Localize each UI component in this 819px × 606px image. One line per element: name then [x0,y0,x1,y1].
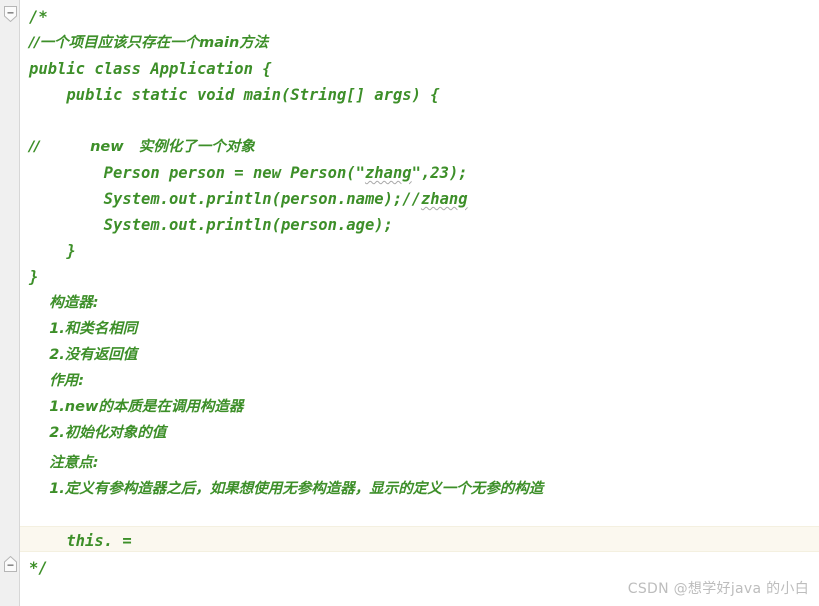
code-surface[interactable]: /*//一个项目应该只存在一个main方法 public class Applic… [20,0,819,606]
code-line[interactable]: 注意点: [20,450,819,476]
code-line[interactable]: Person person = new Person("zhang",23); [20,160,819,186]
code-line[interactable]: public class Application { [20,56,819,82]
code-line[interactable]: } [20,238,819,264]
code-line[interactable] [20,502,819,528]
fold-collapse-start-icon[interactable] [4,6,17,22]
code-line[interactable]: public static void main(String[] args) { [20,82,819,108]
code-line[interactable]: } [20,264,819,290]
code-editor[interactable]: /*//一个项目应该只存在一个main方法 public class Applic… [0,0,819,606]
code-line[interactable]: 作用: [20,368,819,394]
code-line[interactable]: 1.和类名相同 [20,316,819,342]
code-line[interactable]: 2.没有返回值 [20,342,819,368]
fold-collapse-end-icon[interactable] [4,556,17,572]
spellcheck-squiggle: zhang [364,164,412,182]
code-line[interactable]: 构造器: [20,290,819,316]
code-line[interactable]: //一个项目应该只存在一个main方法 [20,30,819,56]
code-line[interactable]: // new 实例化了一个对象 [20,134,819,160]
code-line[interactable]: 1.new的本质是在调用构造器 [20,394,819,420]
csdn-watermark: CSDN @想学好java 的小白 [627,581,809,597]
code-line[interactable]: System.out.println(person.age); [20,212,819,238]
code-line[interactable]: this. = [20,528,819,554]
code-line[interactable] [20,108,819,134]
code-line[interactable]: /* [20,4,819,30]
editor-gutter[interactable] [0,0,20,606]
code-line[interactable]: 2.初始化对象的值 [20,420,819,446]
code-line[interactable]: 1.定义有参构造器之后，如果想使用无参构造器，显示的定义一个无参的构造 [20,476,819,502]
spellcheck-squiggle: zhang [420,190,468,208]
code-line[interactable]: System.out.println(person.name);//zhang [20,186,819,212]
